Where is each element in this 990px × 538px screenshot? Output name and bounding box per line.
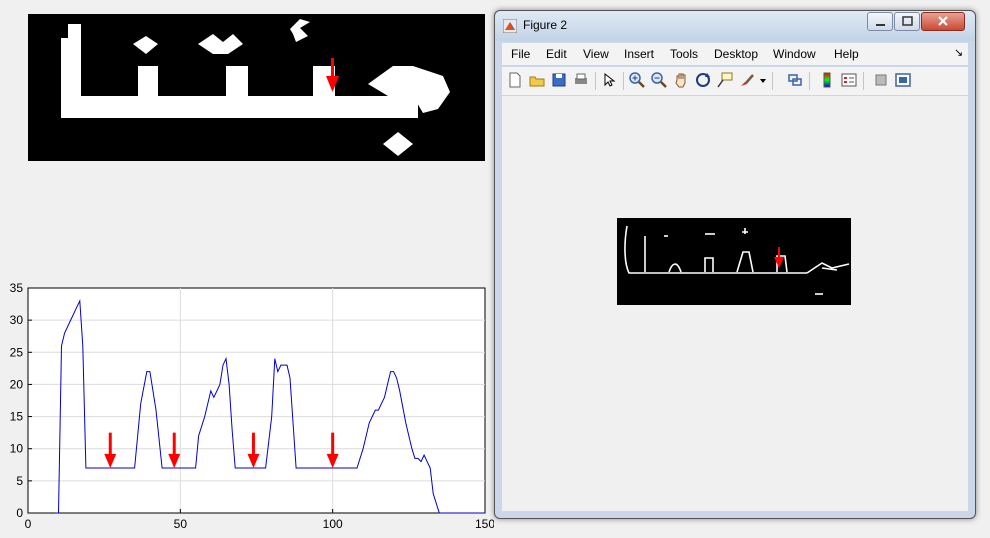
menu-bar: File Edit View Insert Tools Desktop Wind… (502, 43, 968, 65)
close-button[interactable] (921, 12, 965, 31)
edit-plot-icon[interactable] (600, 71, 618, 89)
new-figure-icon[interactable] (506, 71, 524, 89)
menu-insert[interactable]: Insert (624, 47, 654, 61)
hide-plot-tools-icon[interactable] (872, 71, 890, 89)
y-tick-label: 15 (10, 410, 24, 424)
binary-word-glyph (61, 19, 450, 156)
minimize-button[interactable] (867, 12, 893, 31)
data-cursor-icon[interactable] (716, 71, 734, 89)
menu-edit[interactable]: Edit (546, 47, 567, 61)
y-tick-label: 5 (16, 474, 23, 488)
x-tick-label: 0 (25, 517, 32, 531)
x-tick-label: 50 (174, 517, 188, 531)
link-plot-icon[interactable] (786, 71, 804, 89)
binary-word-image (28, 14, 485, 161)
dock-arrow-icon[interactable]: ↘ (954, 46, 963, 59)
matlab-app-icon (502, 18, 518, 34)
brush-dropdown-icon[interactable] (758, 71, 768, 89)
y-tick-label: 10 (10, 442, 24, 456)
x-tick-label: 150 (475, 517, 494, 531)
show-plot-tools-icon[interactable] (894, 71, 912, 89)
x-tick-label: 100 (323, 517, 343, 531)
toolbar-separator (623, 72, 624, 90)
toolbar-separator (809, 72, 810, 90)
menu-view[interactable]: View (583, 47, 609, 61)
save-icon[interactable] (550, 71, 568, 89)
zoom-in-icon[interactable] (628, 71, 646, 89)
menu-tools[interactable]: Tools (670, 47, 698, 61)
zoom-out-icon[interactable] (650, 71, 668, 89)
open-file-icon[interactable] (528, 71, 546, 89)
y-tick-label: 20 (10, 377, 24, 391)
marker-arrow (774, 247, 784, 268)
toolbar-separator (595, 72, 596, 90)
menu-file[interactable]: File (511, 47, 530, 61)
projection-profile-chart: 0 50 100 150 0 5 10 15 20 25 30 35 (10, 281, 494, 531)
rotate-3d-icon[interactable] (694, 71, 712, 89)
window-titlebar[interactable]: Figure 2 (495, 11, 975, 41)
restore-button[interactable] (894, 12, 920, 31)
pan-icon[interactable] (672, 71, 690, 89)
menu-window[interactable]: Window (773, 47, 816, 61)
figure-canvas[interactable] (502, 96, 968, 511)
legend-icon[interactable] (840, 71, 858, 89)
colorbar-icon[interactable] (818, 71, 836, 89)
figure-window[interactable]: Figure 2 File Edit View Insert Tools Des… (494, 10, 976, 519)
plot-area (27, 287, 486, 514)
y-tick-label: 0 (16, 506, 23, 520)
y-tick-label: 35 (10, 281, 24, 295)
toolbar-separator (863, 72, 864, 90)
brush-icon[interactable] (738, 71, 756, 89)
menu-help[interactable]: Help (834, 47, 859, 61)
menu-desktop[interactable]: Desktop (714, 47, 758, 61)
edge-glyph (624, 225, 850, 295)
window-title: Figure 2 (523, 18, 568, 32)
toolbar-separator (772, 72, 773, 90)
y-tick-label: 30 (10, 313, 24, 327)
print-icon[interactable] (572, 71, 590, 89)
y-tick-label: 25 (10, 345, 24, 359)
toolbar (502, 67, 968, 96)
edge-detected-word-image (617, 218, 851, 305)
